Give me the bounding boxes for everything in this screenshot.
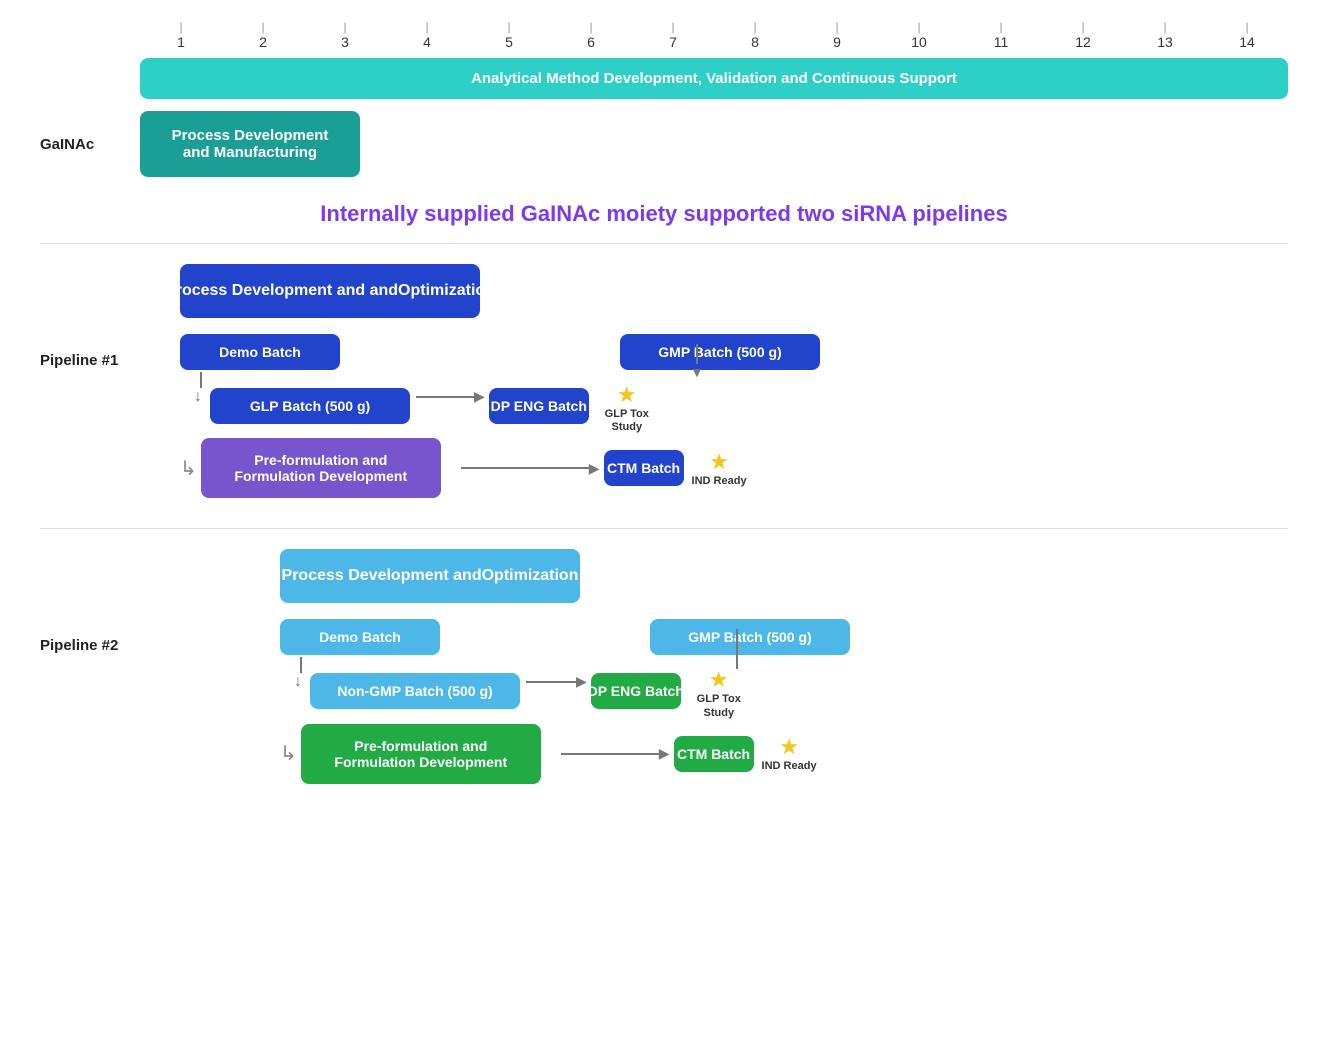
gainac-box: Process Development and Manufacturing — [140, 111, 360, 177]
p2-title-box: Process Development andOptimization — [280, 549, 580, 603]
p2-gmp-batch: GMP Batch (500 g) — [650, 619, 850, 655]
tick-5: 5 — [468, 20, 550, 50]
p1-ctm: CTM Batch — [604, 450, 684, 486]
tick-6: 6 — [550, 20, 632, 50]
p2-glp-tox-label: GLP Tox Study — [689, 693, 749, 719]
tick-12: 12 — [1042, 20, 1124, 50]
tick-13: 13 — [1124, 20, 1206, 50]
p2-star-1: ★ — [709, 667, 729, 693]
pipeline2-content: Demo Batch GMP Batch (500 g) ↓ Non-GMP B… — [150, 619, 1288, 783]
gainac-row: GaINAc Process Development and Manufactu… — [40, 111, 1288, 177]
p2-star-2: ★ — [779, 734, 799, 760]
p2-preform-row: ↳ Pre-formulation and Formulation Develo… — [280, 724, 1288, 784]
p2-non-gmp: Non-GMP Batch (500 g) — [310, 673, 520, 709]
tick-9: 9 — [796, 20, 878, 50]
p2-connector-area: ↓ Non-GMP Batch (500 g) ▶ DP ENG Batch ★ — [280, 657, 1288, 719]
p1-demo-row: Demo Batch GMP Batch (500 g) — [180, 334, 1288, 370]
p1-glp-tox-label: GLP Tox Study — [597, 408, 657, 434]
p1-gmp-batch: GMP Batch (500 g) — [620, 334, 820, 370]
p1-dp-eng-group: DP ENG Batch — [489, 388, 589, 424]
tick-11: 11 — [960, 20, 1042, 50]
p2-ctm: CTM Batch — [674, 736, 754, 772]
p2-dp-eng: DP ENG Batch — [591, 673, 681, 709]
tick-10: 10 — [878, 20, 960, 50]
p1-ind-group: ★ IND Ready — [688, 449, 751, 488]
p2-ind-group: ★ IND Ready — [758, 734, 821, 773]
p2-glp-tox-group: ★ GLP Tox Study — [685, 667, 753, 719]
tick-3: 3 — [304, 20, 386, 50]
p1-glp-tox-group: ★ GLP Tox Study — [593, 382, 661, 434]
p1-title-box: Process Development and andOptimization — [180, 264, 480, 318]
gainac-label: GaINAc — [40, 136, 140, 153]
pipeline2-section: Process Development andOptimization Pipe… — [40, 549, 1288, 783]
tick-8: 8 — [714, 20, 796, 50]
tick-2: 2 — [222, 20, 304, 50]
pipeline1-section: Process Development and andOptimization … — [40, 264, 1288, 498]
p1-gmp-arrow: ▼ — [690, 344, 704, 380]
p2-demo-row: Demo Batch GMP Batch (500 g) — [280, 619, 1288, 655]
p2-dp-eng-group: DP ENG Batch — [591, 673, 681, 709]
timeline-header: 1 2 3 4 5 6 7 8 9 10 11 12 13 14 — [40, 20, 1288, 50]
p1-star-1: ★ — [617, 382, 637, 408]
p1-star-2: ★ — [709, 449, 729, 475]
divider-2 — [40, 528, 1288, 529]
pipeline2-row: Pipeline #2 Demo Batch GMP Batch (500 g)… — [40, 619, 1288, 783]
tick-4: 4 — [386, 20, 468, 50]
p2-ind-label: IND Ready — [762, 760, 817, 773]
pipeline1-content: Demo Batch GMP Batch (500 g) ↓ GLP Batch… — [150, 334, 1288, 498]
p2-demo-batch: Demo Batch — [280, 619, 440, 655]
p1-demo-batch: Demo Batch — [180, 334, 340, 370]
p1-ind-label: IND Ready — [692, 475, 747, 488]
tick-1: 1 — [140, 20, 222, 50]
p1-preform-row: ↳ Pre-formulation and Formulation Develo… — [180, 438, 1288, 498]
analytical-method-bar: Analytical Method Development, Validatio… — [140, 58, 1288, 99]
p1-dp-eng: DP ENG Batch — [489, 388, 589, 424]
p2-preform: Pre-formulation and Formulation Developm… — [301, 724, 541, 784]
pipeline1-row: Pipeline #1 Demo Batch GMP Batch (500 g)… — [40, 334, 1288, 498]
divider-1 — [40, 243, 1288, 244]
p1-preform: Pre-formulation and Formulation Developm… — [201, 438, 441, 498]
pipeline1-label: Pipeline #1 — [40, 334, 150, 369]
tick-7: 7 — [632, 20, 714, 50]
p1-connector-area: ↓ GLP Batch (500 g) ▶ DP ENG Batch — [180, 372, 1288, 434]
p1-glp-batch: GLP Batch (500 g) — [210, 388, 410, 424]
pipeline2-label: Pipeline #2 — [40, 619, 150, 654]
subtitle: Internally supplied GaINAc moiety suppor… — [40, 201, 1288, 227]
tick-14: 14 — [1206, 20, 1288, 50]
